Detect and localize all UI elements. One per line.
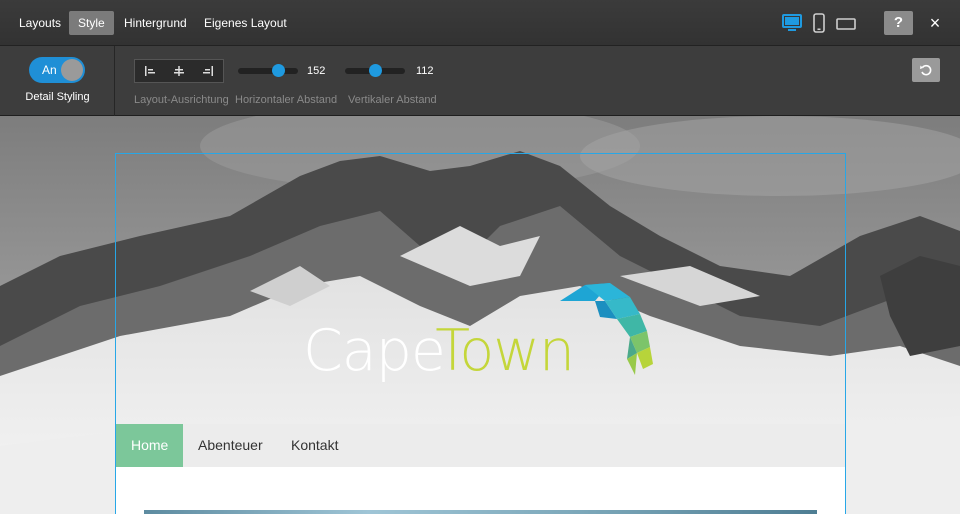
horizontal-spacing-label: Horizontaler Abstand [235, 94, 338, 106]
toggle-knob [61, 59, 83, 81]
vertical-spacing-value: 112 [416, 65, 434, 77]
nav-item-kontakt[interactable]: Kontakt [291, 424, 338, 467]
desktop-icon[interactable] [782, 14, 802, 37]
horizontal-spacing-value: 152 [307, 65, 326, 77]
logo-word-cape: Cape [303, 318, 436, 384]
detail-styling-toggle[interactable]: An [29, 57, 85, 83]
nav-item-abenteuer[interactable]: Abenteuer [198, 424, 263, 467]
align-right-icon[interactable] [194, 60, 223, 82]
detail-styling-label: Detail Styling [25, 91, 90, 103]
mobile-icon[interactable] [813, 13, 825, 38]
layout-alignment-label: Layout-Ausrichtung [134, 94, 229, 106]
logo-word-town: Town [435, 318, 575, 384]
reset-button[interactable] [912, 58, 940, 82]
tab-hintergrund[interactable]: Hintergrund [115, 11, 196, 35]
tab-layouts[interactable]: Layouts [10, 11, 70, 35]
horizontal-spacing-slider[interactable] [238, 64, 298, 77]
align-left-icon[interactable] [135, 60, 164, 82]
help-button[interactable]: ? [884, 11, 913, 35]
tab-eigenes-layout[interactable]: Eigenes Layout [195, 11, 296, 35]
logo-bird-icon [560, 283, 653, 375]
site-logo-text[interactable]: CapeTown [303, 318, 575, 384]
layout-alignment-group [134, 59, 224, 83]
style-toolbar: An Detail Styling Layout-Ausrichtung 152… [0, 46, 960, 116]
toolbar-divider [114, 46, 115, 116]
vertical-spacing-thumb[interactable] [369, 64, 383, 77]
vertical-spacing-slider[interactable] [345, 64, 405, 77]
tablet-landscape-icon[interactable] [836, 17, 856, 35]
top-bar: Layouts Style Hintergrund Eigenes Layout… [0, 0, 960, 46]
close-button[interactable]: × [927, 13, 943, 33]
content-image-top [144, 510, 817, 514]
horizontal-spacing-thumb[interactable] [271, 64, 285, 77]
page-preview: CapeTown Home Abenteuer Kontakt [0, 116, 960, 514]
reset-icon [920, 64, 932, 76]
vertical-spacing-label: Vertikaler Abstand [348, 94, 437, 106]
nav-item-home[interactable]: Home [116, 424, 184, 467]
site-navigation: Home Abenteuer Kontakt [116, 424, 845, 467]
tab-style[interactable]: Style [69, 11, 114, 35]
toggle-label: An [42, 63, 57, 77]
align-center-icon[interactable] [164, 60, 193, 82]
content-area [116, 467, 845, 514]
